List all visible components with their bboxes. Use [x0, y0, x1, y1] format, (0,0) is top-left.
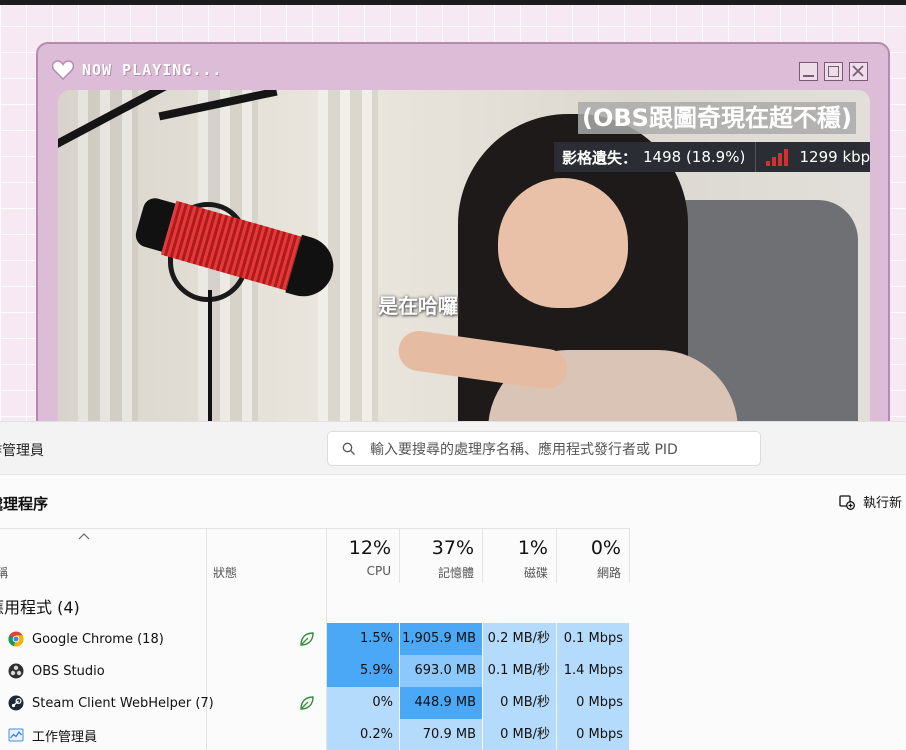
- table-row[interactable]: 工作管理員 0.2% 70.9 MB 0 MB/秒 0 Mbps: [0, 719, 630, 750]
- search-input[interactable]: 輸入要搜尋的處理序名稱、應用程式發行者或 PID: [327, 431, 761, 466]
- network-cell: 0 Mbps: [557, 687, 630, 719]
- window-title: 作管理員: [0, 443, 44, 459]
- steam-icon: [8, 695, 24, 711]
- memory-cell: 1,905.9 MB: [400, 623, 483, 655]
- process-name-cell[interactable]: OBS Studio: [8, 655, 105, 687]
- cpu-cell: 0%: [327, 687, 400, 719]
- efficiency-mode-icon: [298, 694, 316, 716]
- memory-cell: 693.0 MB: [400, 655, 483, 687]
- apps-group-header[interactable]: 應用程式 (4): [0, 594, 80, 618]
- column-header-network[interactable]: 0% 網路: [557, 528, 630, 583]
- process-name: OBS Studio: [32, 663, 105, 679]
- disk-cell: 0 MB/秒: [483, 719, 557, 750]
- window-controls: [799, 62, 868, 81]
- heart-icon: [52, 60, 74, 80]
- cpu-cell: 1.5%: [327, 623, 400, 655]
- column-header-memory[interactable]: 37% 記憶體: [400, 528, 483, 583]
- signal-icon: [766, 148, 791, 166]
- column-header-name[interactable]: 稱: [0, 528, 207, 583]
- column-header-status[interactable]: 狀態: [207, 528, 327, 583]
- close-icon[interactable]: [849, 62, 868, 81]
- network-cell: 0.1 Mbps: [557, 623, 630, 655]
- page-title: 處理程序: [0, 495, 49, 513]
- obs-stats-bar: 影格遺失： 1498 (18.9%) 1299 kbps: [554, 142, 870, 172]
- memory-cell: 448.9 MB: [400, 687, 483, 719]
- top-bar: [0, 0, 906, 5]
- process-name-cell[interactable]: 工作管理員: [8, 719, 97, 750]
- bitrate-value: 1299 kbps: [799, 148, 871, 166]
- run-task-icon: [839, 494, 855, 510]
- dropped-frames-label: 影格遺失：: [562, 148, 638, 167]
- disk-cell: 0.2 MB/秒: [483, 623, 557, 655]
- stream-video: (OBS跟圖奇現在超不穩) 影格遺失： 1498 (18.9%) 1299 kb…: [58, 90, 870, 464]
- task-manager-icon: [8, 727, 24, 743]
- process-name: Google Chrome (18): [32, 631, 164, 647]
- cpu-cell: 0.2%: [327, 719, 400, 750]
- process-name: Steam Client WebHelper (7): [32, 695, 214, 711]
- table-row[interactable]: Steam Client WebHelper (7) 0% 448.9 MB 0 MB…: [0, 687, 630, 719]
- search-icon: [342, 442, 355, 455]
- column-header-cpu[interactable]: 12% CPU: [327, 528, 400, 583]
- process-name-cell[interactable]: Steam Client WebHelper (7): [8, 687, 214, 719]
- run-new-task-button[interactable]: 執行新: [839, 492, 902, 511]
- efficiency-mode-icon: [298, 630, 316, 652]
- disk-cell: 0 MB/秒: [483, 687, 557, 719]
- chrome-icon: [8, 631, 24, 647]
- disk-cell: 0.1 MB/秒: [483, 655, 557, 687]
- table-row[interactable]: Google Chrome (18) 1.5% 1,905.9 MB 0.2 MB/秒…: [0, 623, 630, 655]
- task-manager-header: 作管理員 輸入要搜尋的處理序名稱、應用程式發行者或 PID: [0, 422, 906, 475]
- obs-icon: [8, 663, 24, 679]
- network-cell: 1.4 Mbps: [557, 655, 630, 687]
- run-new-task-label: 執行新: [862, 496, 902, 511]
- network-cell: 0 Mbps: [557, 719, 630, 750]
- column-header-disk[interactable]: 1% 磁碟: [483, 528, 557, 583]
- stream-caption: (OBS跟圖奇現在超不穩): [578, 102, 856, 134]
- dropped-frames-value: 1498 (18.9%): [637, 142, 757, 172]
- table-row[interactable]: OBS Studio 5.9% 693.0 MB 0.1 MB/秒 1.4 Mbps: [0, 655, 630, 687]
- minimize-icon[interactable]: [799, 62, 818, 81]
- stream-subtitle: 是在哈囉: [378, 294, 458, 318]
- cpu-cell: 5.9%: [327, 655, 400, 687]
- now-playing-title: NOW PLAYING...: [82, 61, 223, 79]
- search-placeholder: 輸入要搜尋的處理序名稱、應用程式發行者或 PID: [370, 441, 678, 458]
- now-playing-titlebar: NOW PLAYING...: [52, 58, 222, 82]
- process-name-cell[interactable]: Google Chrome (18): [8, 623, 164, 655]
- process-name: 工作管理員: [32, 729, 98, 745]
- memory-cell: 70.9 MB: [400, 719, 483, 750]
- now-playing-window: NOW PLAYING... (OBS跟圖奇現在超不穩) 影格遺失： 1498 …: [36, 42, 890, 464]
- maximize-icon[interactable]: [824, 62, 843, 81]
- task-manager-window: 作管理員 輸入要搜尋的處理序名稱、應用程式發行者或 PID 處理程序 執行新 稱…: [0, 421, 906, 750]
